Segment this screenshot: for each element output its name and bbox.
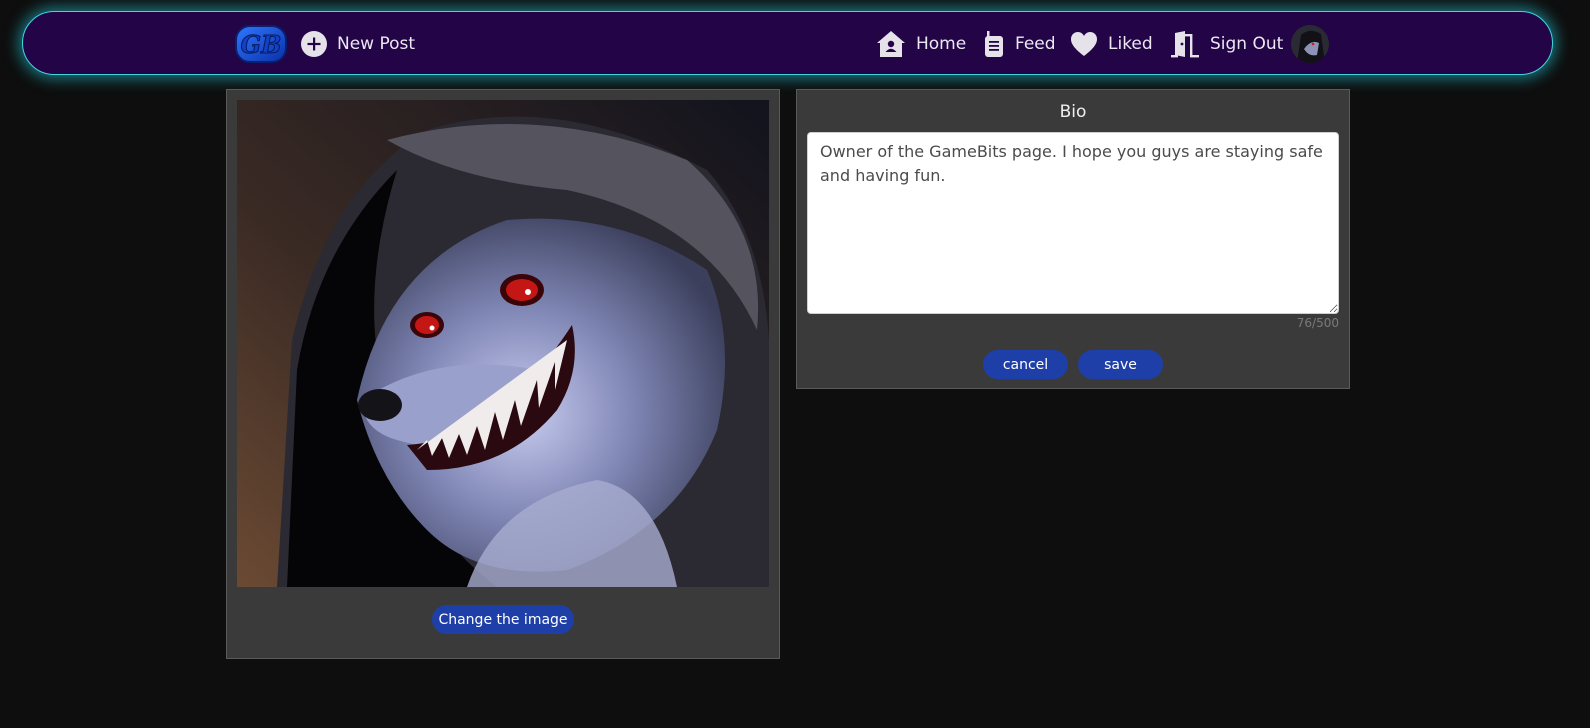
- user-avatar[interactable]: [1291, 25, 1329, 63]
- plus-circle-icon: [301, 31, 327, 57]
- bio-panel: Bio Owner of the GameBits page. I hope y…: [796, 89, 1350, 389]
- nav-feed[interactable]: Feed: [983, 12, 1056, 76]
- bio-textarea[interactable]: Owner of the GameBits page. I hope you g…: [807, 132, 1339, 314]
- logo-lettering: GB: [241, 30, 282, 59]
- liked-label: Liked: [1108, 34, 1153, 54]
- door-open-icon: [1170, 30, 1200, 58]
- home-label: Home: [916, 34, 967, 54]
- nav-liked[interactable]: Liked: [1070, 12, 1153, 76]
- top-navbar: GB New Post Home Feed Liked Sign Out: [22, 11, 1553, 75]
- cancel-button[interactable]: cancel: [983, 350, 1068, 379]
- save-button[interactable]: save: [1078, 350, 1163, 379]
- home-icon: [876, 30, 906, 58]
- sign-out-label: Sign Out: [1210, 34, 1284, 54]
- heart-icon: [1070, 31, 1098, 57]
- walkie-talkie-icon: [983, 30, 1005, 58]
- bio-title: Bio: [1059, 102, 1087, 122]
- profile-image-panel: Change the image: [226, 89, 780, 659]
- bio-char-count: 76/500: [1296, 316, 1339, 330]
- sign-out-button[interactable]: Sign Out: [1170, 12, 1283, 76]
- change-image-button[interactable]: Change the image: [432, 605, 574, 634]
- new-post-button[interactable]: New Post: [301, 12, 415, 76]
- profile-picture: [237, 100, 769, 587]
- feed-label: Feed: [1015, 34, 1056, 54]
- new-post-label: New Post: [337, 34, 416, 54]
- gamebits-logo[interactable]: GB: [233, 22, 289, 66]
- nav-home[interactable]: Home: [876, 12, 966, 76]
